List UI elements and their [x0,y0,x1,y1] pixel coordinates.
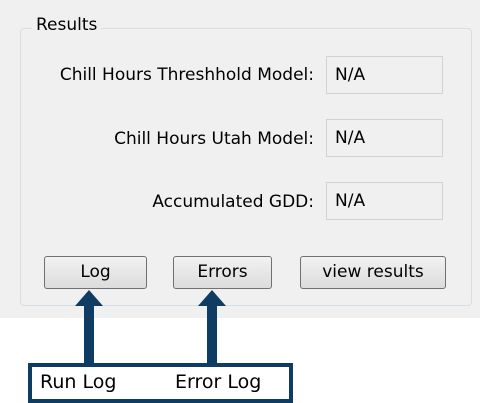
run-log-annotation: Run Log [40,371,117,393]
error-log-annotation: Error Log [175,371,262,393]
error-log-arrow-shaft [207,304,217,364]
error-log-arrow-head [198,290,226,306]
run-log-arrow-head [75,290,103,306]
annotation-arrows [75,290,226,364]
run-log-arrow-shaft [84,304,94,364]
